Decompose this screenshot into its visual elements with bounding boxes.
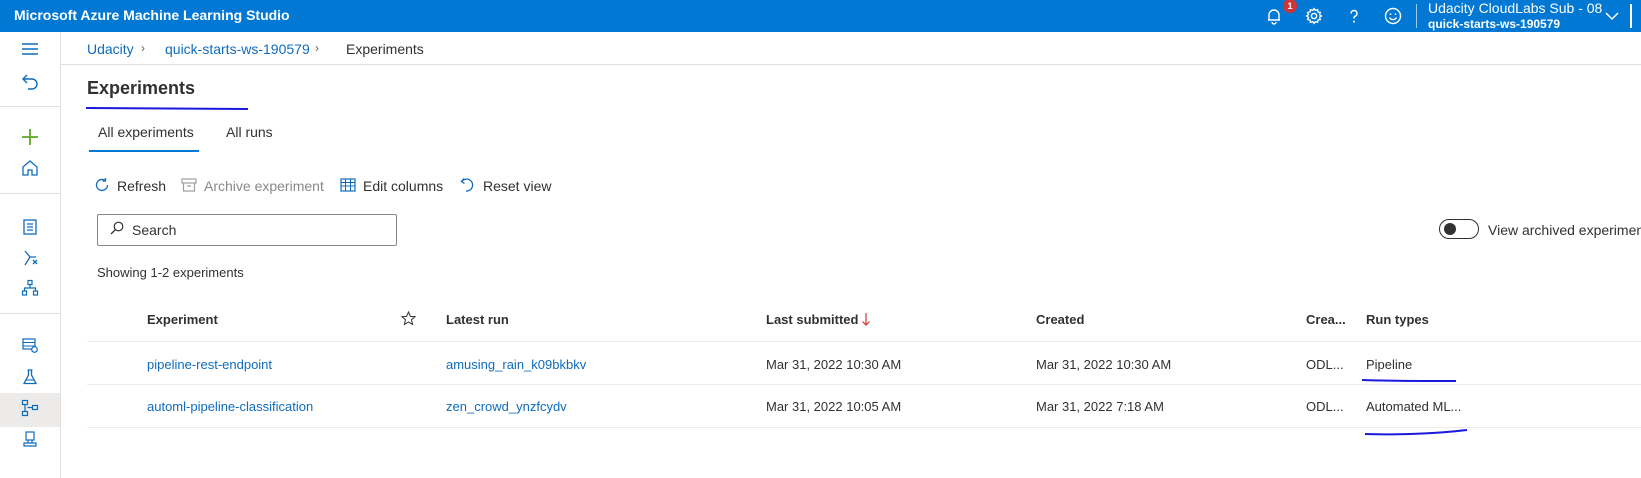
account-edge-divider	[1630, 4, 1632, 28]
active-tab-indicator	[89, 150, 199, 152]
results-count: Showing 1-2 experiments	[97, 265, 244, 280]
table-row-1-creator: ODL...	[1306, 357, 1344, 372]
annotation-underline-title	[85, 107, 249, 110]
sort-descending-arrow-icon[interactable]	[861, 312, 871, 332]
feedback-smiley-icon[interactable]	[1381, 4, 1405, 28]
table-row-divider	[87, 427, 1641, 428]
left-nav	[0, 32, 61, 478]
models-icon[interactable]	[17, 426, 43, 452]
tab-all-experiments[interactable]: All experiments	[98, 124, 194, 140]
view-archived-toggle[interactable]	[1439, 219, 1479, 239]
page-title: Experiments	[87, 78, 196, 98]
table-row-1-created: Mar 31, 2022 10:30 AM	[1036, 357, 1172, 372]
app-title[interactable]: Microsoft Azure Machine Learning Studio	[14, 7, 290, 23]
help-icon[interactable]	[1342, 4, 1366, 28]
archive-label: Archive experiment	[204, 178, 324, 194]
experiments-flask-icon[interactable]	[17, 364, 43, 390]
account-name[interactable]: Udacity CloudLabs Sub - 08	[1428, 0, 1602, 16]
notebooks-icon[interactable]	[17, 214, 43, 240]
favorite-star-icon[interactable]	[400, 310, 417, 331]
chevron-down-icon[interactable]	[1604, 8, 1620, 29]
column-header-created-by[interactable]: Crea...	[1306, 312, 1346, 327]
chevron-right-icon: ›	[315, 41, 319, 55]
table-row-2-last-submitted: Mar 31, 2022 10:05 AM	[766, 399, 902, 414]
column-header-created[interactable]: Created	[1036, 312, 1084, 327]
reset-view-label: Reset view	[483, 178, 552, 194]
table-row-1-latest-run[interactable]: amusing_rain_k09bkbkv	[446, 357, 586, 372]
table-row-1-last-submitted: Mar 31, 2022 10:30 AM	[766, 357, 902, 372]
column-header-experiment[interactable]: Experiment	[147, 312, 218, 327]
notification-badge: 1	[1283, 0, 1297, 13]
breadcrumb-current: Experiments	[346, 41, 424, 57]
top-bar: Microsoft Azure Machine Learning Studio …	[0, 0, 1641, 32]
column-header-run-types[interactable]: Run types	[1366, 312, 1429, 327]
workspace-name[interactable]: quick-starts-ws-190579	[1428, 17, 1560, 31]
view-archived-label: View archived experimen	[1488, 222, 1641, 238]
search-input[interactable]	[132, 222, 372, 238]
table-row-2-experiment[interactable]: automl-pipeline-classification	[147, 399, 313, 414]
column-header-latest-run[interactable]: Latest run	[446, 312, 509, 327]
table-row-1-run-types: Pipeline	[1366, 357, 1413, 372]
column-header-last-submitted[interactable]: Last submitted	[766, 312, 858, 327]
search-icon	[110, 221, 124, 240]
table-header-divider	[87, 341, 1641, 342]
reset-undo-icon	[460, 177, 476, 196]
edit-columns-label: Edit columns	[363, 178, 444, 194]
table-row-divider	[87, 384, 1641, 385]
designer-icon[interactable]	[17, 275, 43, 301]
settings-gear-icon[interactable]	[1302, 4, 1326, 28]
archive-experiment-button[interactable]: Archive experiment	[181, 175, 324, 197]
table-row-1-experiment[interactable]: pipeline-rest-endpoint	[147, 357, 272, 372]
home-icon[interactable]	[17, 155, 43, 181]
table-row-2-created: Mar 31, 2022 7:18 AM	[1036, 399, 1164, 414]
hamburger-menu-icon[interactable]	[17, 36, 43, 62]
pipelines-icon[interactable]	[17, 395, 43, 421]
create-new-plus-icon[interactable]	[17, 124, 43, 150]
table-row-2-latest-run[interactable]: zen_crowd_ynzfcydv	[446, 399, 567, 414]
edit-columns-button[interactable]: Edit columns	[340, 175, 443, 197]
account-separator	[1416, 4, 1417, 28]
reset-view-button[interactable]: Reset view	[460, 175, 551, 197]
data-icon[interactable]	[17, 332, 43, 358]
refresh-icon	[94, 177, 110, 196]
back-arrow-icon[interactable]	[17, 69, 43, 95]
breadcrumb-workspace-org[interactable]: Udacity	[87, 41, 134, 57]
breadcrumb: Udacity › quick-starts-ws-190579 › Exper…	[61, 32, 1641, 65]
table-row-2-run-types: Automated ML...	[1366, 399, 1462, 414]
toggle-knob	[1444, 223, 1456, 235]
table-columns-icon	[340, 177, 356, 196]
breadcrumb-workspace[interactable]: quick-starts-ws-190579	[165, 41, 310, 57]
refresh-label: Refresh	[117, 178, 167, 194]
refresh-button[interactable]: Refresh	[94, 175, 166, 197]
tab-all-runs[interactable]: All runs	[226, 124, 273, 140]
automated-ml-icon[interactable]	[17, 245, 43, 271]
archive-icon	[181, 177, 197, 196]
chevron-right-icon: ›	[141, 41, 145, 55]
search-box[interactable]	[97, 214, 397, 246]
table-row-2-creator: ODL...	[1306, 399, 1344, 414]
